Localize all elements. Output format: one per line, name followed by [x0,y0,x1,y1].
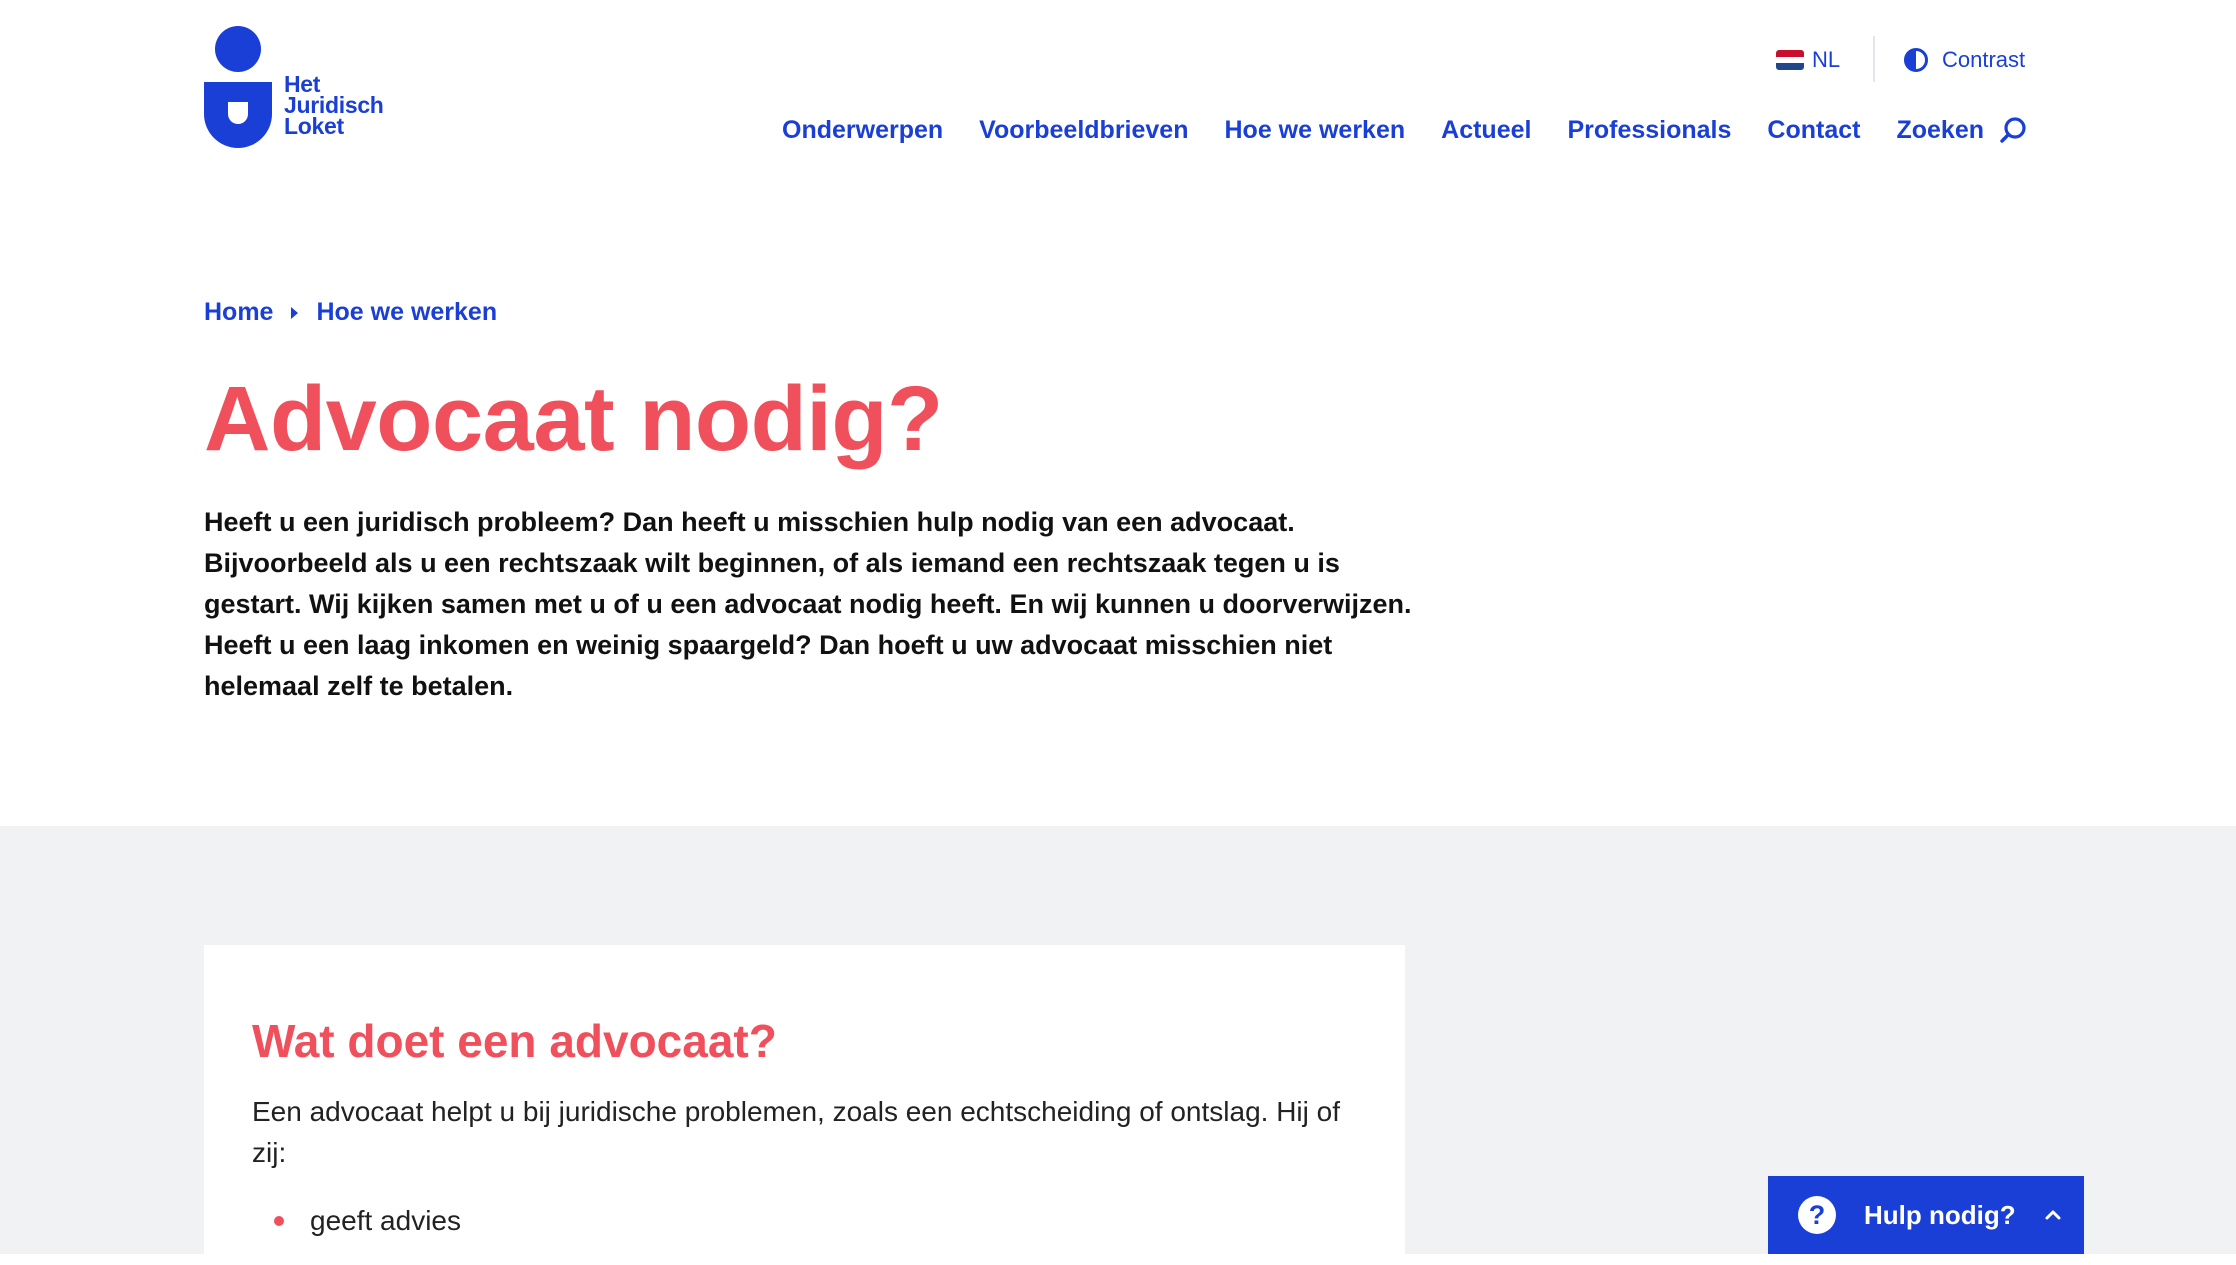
breadcrumb: Home Hoe we werken [204,298,497,327]
utility-divider [1873,36,1875,82]
info-card: Wat doet een advocaat? Een advocaat help… [204,945,1405,1265]
card-text: Een advocaat helpt u bij juridische prob… [252,1096,1340,1168]
list-item: geeft advies [252,1201,461,1241]
help-widget-button[interactable]: ? Hulp nodig? [1768,1176,2084,1254]
contrast-toggle[interactable]: Contrast [1904,40,2025,80]
language-label: NL [1812,47,1841,72]
search-icon[interactable] [2000,116,2028,144]
nav-item-professionals[interactable]: Professionals [1567,116,1731,145]
card-list: geeft advies [252,1201,461,1241]
main-nav: Onderwerpen Voorbeeldbrieven Hoe we werk… [782,110,2028,150]
help-widget-label: Hulp nodig? [1864,1199,2016,1230]
breadcrumb-home[interactable]: Home [204,298,273,327]
logo-line: Loket [284,113,344,139]
nav-item-zoeken[interactable]: Zoeken [1896,116,1984,145]
card-title: Wat doet een advocaat? [252,1015,777,1067]
language-switcher[interactable]: NL [1776,40,1840,80]
contrast-icon [1904,48,1928,72]
contrast-label: Contrast [1942,47,2026,72]
page-title: Advocaat nodig? [204,368,943,470]
nl-flag-icon [1776,50,1804,70]
nav-item-onderwerpen[interactable]: Onderwerpen [782,116,943,145]
chevron-up-icon [2045,1210,2061,1220]
nav-item-contact[interactable]: Contact [1767,116,1860,145]
chevron-right-icon [291,306,299,319]
intro-text: Heeft u een juridisch probleem? Dan heef… [204,507,1412,701]
nav-item-hoe-we-werken[interactable]: Hoe we werken [1225,116,1406,145]
question-icon: ? [1798,1196,1836,1234]
nav-item-actueel[interactable]: Actueel [1441,116,1531,145]
breadcrumb-hoe-we-werken[interactable]: Hoe we werken [316,298,497,327]
logo-text: Het Juridisch Loket [284,73,384,139]
nav-item-voorbeeldbrieven[interactable]: Voorbeeldbrieven [979,116,1188,145]
logo-j-icon [204,26,272,148]
site-logo[interactable]: Het Juridisch Loket [204,26,404,150]
